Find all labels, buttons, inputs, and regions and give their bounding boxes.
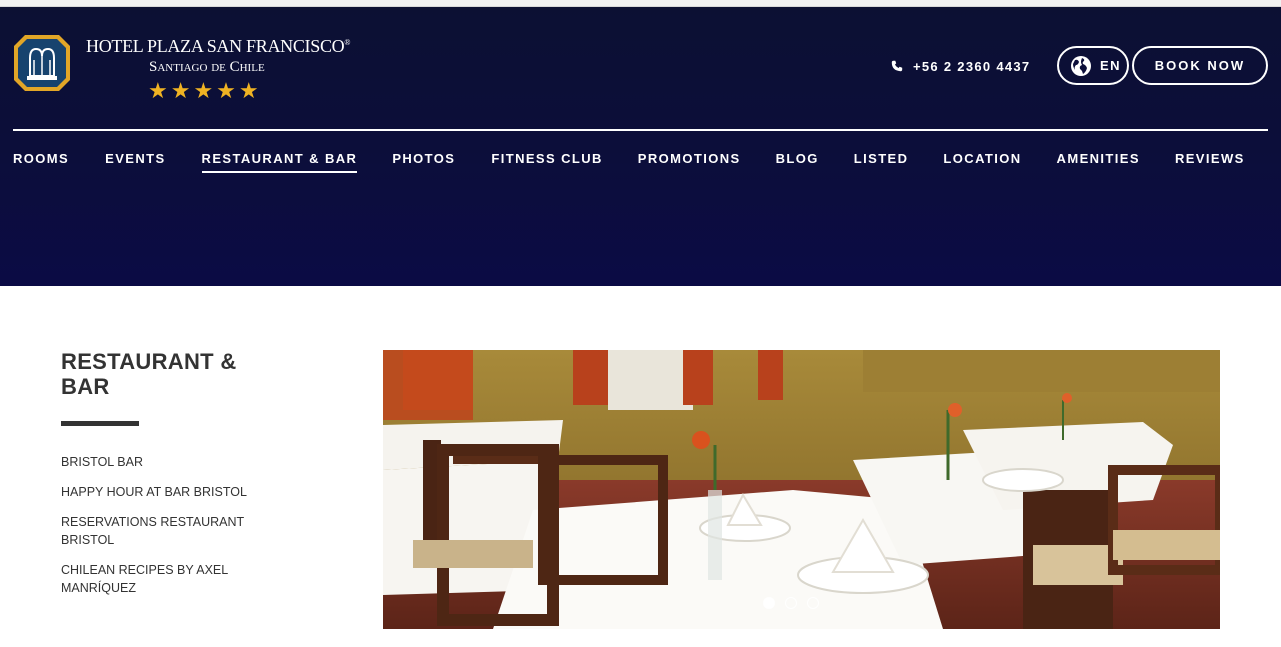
nav-item-blog[interactable]: BLOG: [776, 151, 819, 171]
nav-item-restaurant-bar[interactable]: RESTAURANT & BAR: [201, 151, 358, 173]
nav-item-events[interactable]: EVENTS: [105, 151, 165, 171]
language-selector[interactable]: EN: [1057, 46, 1129, 85]
sidebar-link-happy-hour[interactable]: HAPPY HOUR AT BAR BRISTOL: [61, 483, 261, 501]
title-underline: [61, 421, 139, 426]
carousel-dot[interactable]: [763, 597, 775, 609]
sidebar-link-bristol-bar[interactable]: BRISTOL BAR: [61, 453, 261, 471]
carousel-dot[interactable]: [807, 597, 819, 609]
nav-item-location[interactable]: LOCATION: [943, 151, 1021, 171]
phone-number: +56 2 2360 4437: [913, 58, 1031, 74]
nav-item-amenities[interactable]: AMENITIES: [1057, 151, 1140, 171]
sidebar-menu: BRISTOL BAR HAPPY HOUR AT BAR BRISTOL RE…: [61, 453, 261, 609]
nav-item-listed[interactable]: LISTED: [854, 151, 909, 171]
nav-item-promotions[interactable]: PROMOTIONS: [638, 151, 741, 171]
carousel-dots: [763, 597, 819, 609]
restaurant-photo-image: [383, 350, 1220, 629]
nav-item-rooms[interactable]: ROOMS: [13, 151, 69, 171]
brand-name: HOTEL PLAZA SAN FRANCISCO®: [86, 36, 351, 56]
crest-icon: [14, 35, 70, 91]
browser-top-strip: [0, 0, 1281, 7]
main-nav: ROOMS EVENTS RESTAURANT & BAR PHOTOS FIT…: [13, 151, 1245, 173]
nav-item-reviews[interactable]: REVIEWS: [1175, 151, 1245, 171]
header-divider: [13, 129, 1268, 131]
nav-item-photos[interactable]: PHOTOS: [392, 151, 455, 171]
book-now-button[interactable]: BOOK NOW: [1132, 46, 1268, 85]
phone-icon: [891, 60, 903, 72]
site-header: HOTEL PLAZA SAN FRANCISCO® Santiago de C…: [0, 7, 1281, 286]
language-code: EN: [1100, 58, 1122, 73]
brand-subtitle: Santiago de Chile: [149, 59, 265, 75]
globe-icon: [1071, 55, 1091, 76]
star-rating: ★★★★★: [148, 78, 262, 103]
nav-item-fitness-club[interactable]: FITNESS CLUB: [491, 151, 602, 171]
restaurant-photo: [383, 350, 1220, 629]
sidebar-link-chilean-recipes[interactable]: CHILEAN RECIPES BY AXEL MANRÍQUEZ: [61, 561, 261, 597]
sidebar-link-reservations[interactable]: RESERVATIONS RESTAURANT BRISTOL: [61, 513, 261, 549]
carousel-dot[interactable]: [785, 597, 797, 609]
hotel-logo[interactable]: HOTEL PLAZA SAN FRANCISCO® Santiago de C…: [13, 34, 350, 104]
section-title: RESTAURANT & BAR: [61, 349, 237, 399]
phone-contact[interactable]: +56 2 2360 4437: [891, 58, 1030, 74]
